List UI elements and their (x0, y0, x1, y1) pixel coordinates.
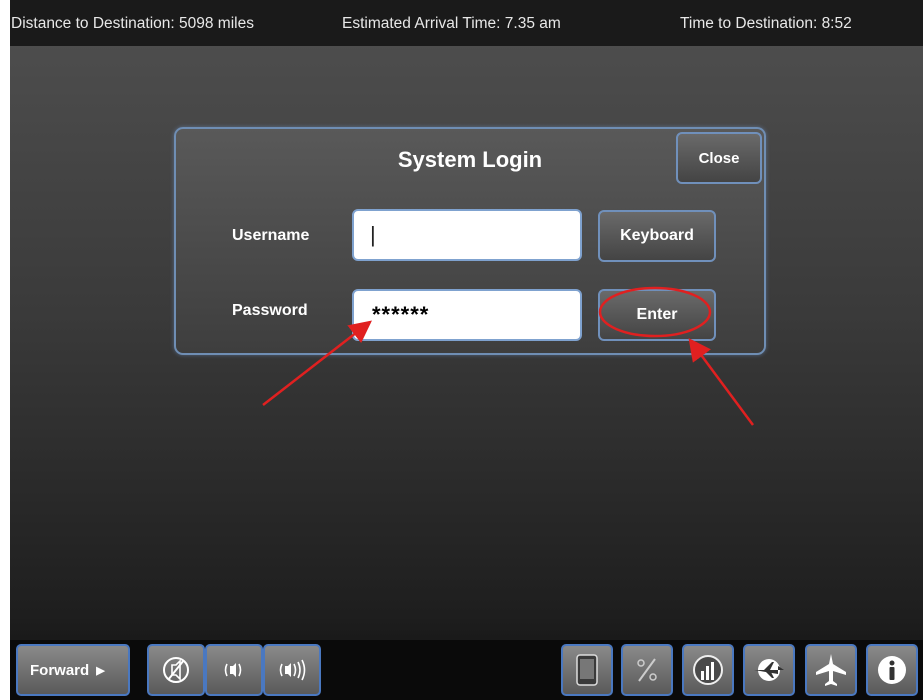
username-field[interactable]: | (352, 209, 582, 261)
status-bar: Distance to Destination: 5098 miles Esti… (10, 0, 923, 46)
password-label: Password (232, 302, 308, 319)
volume-high-button[interactable] (263, 644, 321, 696)
distance-to-destination: Distance to Destination: 5098 miles (11, 15, 254, 32)
enter-button[interactable]: Enter (598, 289, 716, 341)
globe-plane-icon (754, 659, 784, 681)
tablet-icon (576, 654, 598, 686)
chart-icon (693, 655, 723, 685)
estimated-arrival-time: Estimated Arrival Time: 7.35 am (342, 15, 561, 32)
info-icon (878, 656, 906, 684)
tablet-button[interactable] (561, 644, 613, 696)
volume-low-button[interactable] (205, 644, 263, 696)
play-arrow-icon: ▶ (96, 664, 105, 677)
system-login-dialog: System Login Close Username | Keyboard P… (174, 127, 766, 355)
percent-button[interactable] (621, 644, 673, 696)
chart-button[interactable] (682, 644, 734, 696)
volume-high-icon (279, 659, 306, 681)
percent-icon (637, 658, 657, 682)
time-to-destination: Time to Destination: 8:52 (680, 15, 852, 32)
globe-plane-button[interactable] (743, 644, 795, 696)
keyboard-button[interactable]: Keyboard (598, 210, 716, 262)
forward-button[interactable]: Forward ▶ (16, 644, 130, 696)
password-mask: ****** (372, 302, 430, 327)
text-cursor: | (370, 222, 376, 247)
forward-label: Forward (30, 661, 90, 679)
password-field[interactable]: ****** (352, 289, 582, 341)
airplane-button[interactable] (805, 644, 857, 696)
screen: Distance to Destination: 5098 miles Esti… (10, 0, 923, 700)
airplane-icon (816, 654, 846, 686)
volume-low-icon (224, 663, 242, 677)
username-label: Username (232, 227, 310, 244)
mute-icon (163, 657, 189, 683)
bottom-toolbar: Forward ▶ (10, 640, 923, 700)
volume-mute-button[interactable] (147, 644, 205, 696)
close-button[interactable]: Close (676, 132, 762, 184)
info-button[interactable] (866, 644, 918, 696)
